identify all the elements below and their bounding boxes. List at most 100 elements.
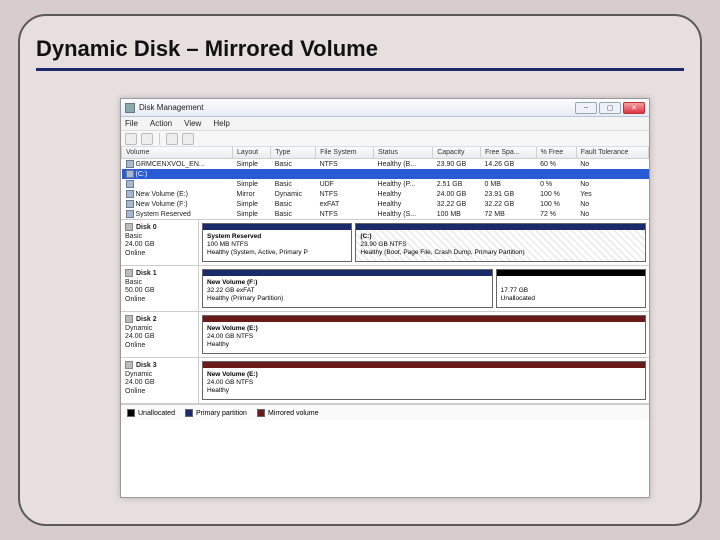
- disk-label: Disk 1Basic50.00 GBOnline: [121, 266, 199, 311]
- partition[interactable]: 17.77 GBUnallocated: [496, 269, 646, 308]
- cell-text: NTFS: [320, 161, 338, 168]
- disk-label: Disk 3Dynamic24.00 GBOnline: [121, 358, 199, 403]
- disk-management-window: Disk Management – ▢ ✕ File Action View H…: [120, 98, 650, 498]
- volume-icon: [126, 160, 134, 168]
- volume-icon: [126, 210, 134, 218]
- disk-icon: [125, 223, 133, 231]
- cell-text: 0 MB: [485, 181, 501, 188]
- column-header[interactable]: Fault Tolerance: [576, 147, 648, 159]
- refresh-button[interactable]: [166, 133, 178, 145]
- cell-text: (C:): [136, 171, 148, 178]
- partition-text: New Volume (E:)24.00 GB NTFSHealthy: [207, 371, 641, 394]
- partition[interactable]: System Reserved100 MB NTFSHealthy (Syste…: [202, 223, 352, 262]
- menu-bar: File Action View Help: [121, 117, 649, 131]
- legend-label: Primary partition: [196, 409, 247, 416]
- column-header[interactable]: Free Spa...: [481, 147, 537, 159]
- cell-text: Basic: [275, 161, 292, 168]
- disk-icon: [125, 269, 133, 277]
- cell-text: Healthy: [378, 201, 402, 208]
- column-header[interactable]: Volume: [122, 147, 233, 159]
- toolbar-separator: [159, 133, 160, 145]
- column-header[interactable]: Type: [271, 147, 316, 159]
- table-row[interactable]: (C:): [122, 169, 649, 179]
- legend-swatch: [257, 409, 265, 417]
- disk-row[interactable]: Disk 3Dynamic24.00 GBOnline New Volume (E…: [121, 358, 649, 404]
- help-button[interactable]: [182, 133, 194, 145]
- legend-item: Primary partition: [185, 409, 247, 417]
- cell-text: NTFS: [320, 191, 338, 198]
- slide-title: Dynamic Disk – Mirrored Volume: [36, 36, 684, 71]
- cell-text: Basic: [275, 211, 292, 218]
- disk-graphic-pane: Disk 0Basic24.00 GBOnline System Reserved…: [121, 219, 649, 404]
- table-row[interactable]: GRMCENXVOL_EN...SimpleBasicNTFSHealthy (…: [122, 159, 649, 170]
- table-row[interactable]: New Volume (E:)MirrorDynamicNTFSHealthy2…: [122, 189, 649, 199]
- partition-text: New Volume (E:)24.00 GB NTFSHealthy: [207, 325, 641, 348]
- column-header[interactable]: File System: [316, 147, 374, 159]
- minimize-button[interactable]: –: [575, 102, 597, 114]
- cell-text: UDF: [320, 181, 334, 188]
- menu-view[interactable]: View: [184, 119, 201, 128]
- cell-text: 0 %: [540, 181, 552, 188]
- column-header[interactable]: Status: [374, 147, 433, 159]
- cell-text: 60 %: [540, 161, 556, 168]
- volume-icon: [126, 200, 134, 208]
- volume-icon: [126, 170, 134, 178]
- forward-button[interactable]: [141, 133, 153, 145]
- column-header[interactable]: % Free: [536, 147, 576, 159]
- partition[interactable]: New Volume (F:)32.22 GB exFATHealthy (Pr…: [202, 269, 493, 308]
- cell-text: 100 %: [540, 201, 560, 208]
- cell-text: 14.26 GB: [485, 161, 515, 168]
- partition[interactable]: (C:)23.90 GB NTFSHealthy (Boot, Page Fil…: [355, 223, 646, 262]
- partition[interactable]: New Volume (E:)24.00 GB NTFSHealthy: [202, 315, 646, 354]
- cell-text: System Reserved: [136, 211, 191, 218]
- volumes-table[interactable]: VolumeLayoutTypeFile SystemStatusCapacit…: [121, 147, 649, 219]
- volume-icon: [126, 180, 134, 188]
- legend-item: Unallocated: [127, 409, 175, 417]
- disk-label: Disk 2Dynamic24.00 GBOnline: [121, 312, 199, 357]
- cell-text: 2.51 GB: [437, 181, 463, 188]
- cell-text: 24.00 GB: [437, 191, 467, 198]
- disk-row[interactable]: Disk 0Basic24.00 GBOnline System Reserved…: [121, 220, 649, 266]
- legend: Unallocated Primary partition Mirrored vol…: [121, 404, 649, 420]
- column-header[interactable]: Capacity: [433, 147, 481, 159]
- table-row[interactable]: New Volume (F:)SimpleBasicexFATHealthy32…: [122, 199, 649, 209]
- cell-text: Healthy (S...: [378, 211, 417, 218]
- menu-action[interactable]: Action: [150, 119, 172, 128]
- cell-text: Simple: [237, 201, 258, 208]
- partition-text: System Reserved100 MB NTFSHealthy (Syste…: [207, 233, 347, 256]
- back-button[interactable]: [125, 133, 137, 145]
- partition-stripe: [203, 224, 351, 230]
- cell-text: 72 MB: [485, 211, 505, 218]
- cell-text: Basic: [275, 181, 292, 188]
- partition-stripe: [203, 316, 645, 322]
- disk-partitions: New Volume (E:)24.00 GB NTFSHealthy: [199, 312, 649, 357]
- legend-label: Mirrored volume: [268, 409, 319, 416]
- disk-label: Disk 0Basic24.00 GBOnline: [121, 220, 199, 265]
- cell-text: 100 MB: [437, 211, 461, 218]
- disk-row[interactable]: Disk 2Dynamic24.00 GBOnline New Volume (E…: [121, 312, 649, 358]
- disk-partitions: System Reserved100 MB NTFSHealthy (Syste…: [199, 220, 649, 265]
- partition-text: (C:)23.90 GB NTFSHealthy (Boot, Page Fil…: [360, 233, 641, 256]
- disk-row[interactable]: Disk 1Basic50.00 GBOnlineNew Volume (F:)…: [121, 266, 649, 312]
- legend-swatch: [185, 409, 193, 417]
- disk-partitions: New Volume (E:)24.00 GB NTFSHealthy: [199, 358, 649, 403]
- cell-text: No: [580, 211, 589, 218]
- cell-text: Simple: [237, 161, 258, 168]
- column-header[interactable]: Layout: [233, 147, 271, 159]
- menu-help[interactable]: Help: [213, 119, 229, 128]
- table-row[interactable]: SimpleBasicUDFHealthy (P...2.51 GB0 MB0 …: [122, 179, 649, 189]
- close-button[interactable]: ✕: [623, 102, 645, 114]
- partition-text: 17.77 GBUnallocated: [501, 279, 641, 302]
- cell-text: Yes: [580, 191, 591, 198]
- cell-text: 23.91 GB: [485, 191, 515, 198]
- cell-text: Simple: [237, 211, 258, 218]
- menu-file[interactable]: File: [125, 119, 138, 128]
- table-row[interactable]: System ReservedSimpleBasicNTFSHealthy (S…: [122, 209, 649, 219]
- cell-text: Basic: [275, 201, 292, 208]
- partition-stripe: [497, 270, 645, 276]
- window-titlebar[interactable]: Disk Management – ▢ ✕: [121, 99, 649, 117]
- maximize-button[interactable]: ▢: [599, 102, 621, 114]
- disk-icon: [125, 315, 133, 323]
- legend-item: Mirrored volume: [257, 409, 319, 417]
- partition[interactable]: New Volume (E:)24.00 GB NTFSHealthy: [202, 361, 646, 400]
